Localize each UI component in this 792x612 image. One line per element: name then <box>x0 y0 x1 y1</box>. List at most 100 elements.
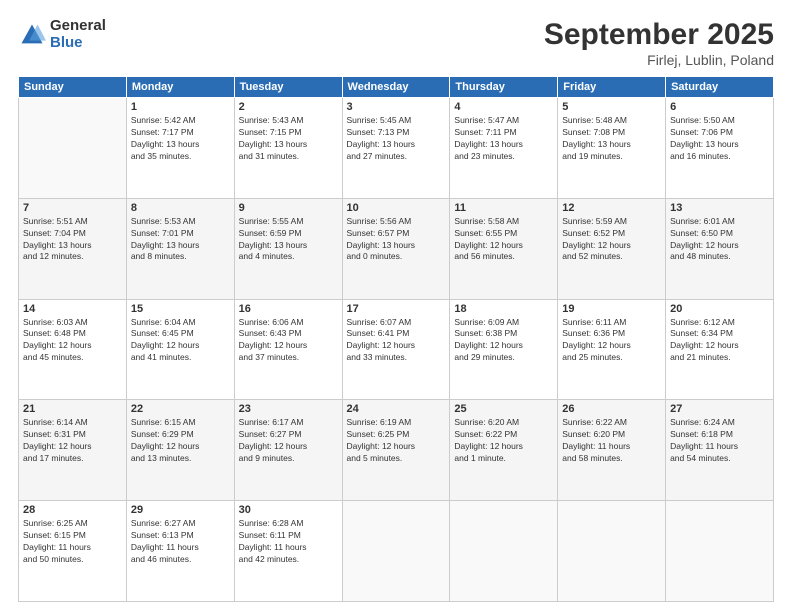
calendar-cell: 8 Sunrise: 5:53 AM Sunset: 7:01 PM Daylig… <box>126 198 234 299</box>
calendar-cell: 20 Sunrise: 6:12 AM Sunset: 6:34 PM Dayli… <box>666 299 774 400</box>
calendar-week-row: 28 Sunrise: 6:25 AM Sunset: 6:15 PM Dayli… <box>19 501 774 602</box>
day-number: 11 <box>454 202 553 214</box>
day-info: Sunrise: 6:01 AM Sunset: 6:50 PM Dayligh… <box>670 216 769 264</box>
calendar-cell: 5 Sunrise: 5:48 AM Sunset: 7:08 PM Daylig… <box>558 98 666 199</box>
calendar-cell: 24Sunrise: 6:19 AM Sunset: 6:25 PM Dayli… <box>342 400 450 501</box>
calendar-cell: 16 Sunrise: 6:06 AM Sunset: 6:43 PM Dayli… <box>234 299 342 400</box>
calendar-cell: 10Sunrise: 5:56 AM Sunset: 6:57 PM Dayli… <box>342 198 450 299</box>
day-info: Sunrise: 6:09 AM Sunset: 6:38 PM Dayligh… <box>454 317 553 365</box>
day-number: 15 <box>131 303 230 315</box>
day-number: 16 <box>239 303 338 315</box>
calendar-cell: 2 Sunrise: 5:43 AM Sunset: 7:15 PM Daylig… <box>234 98 342 199</box>
calendar-cell: 1 Sunrise: 5:42 AM Sunset: 7:17 PM Daylig… <box>126 98 234 199</box>
day-number: 29 <box>131 504 230 516</box>
day-info: Sunrise: 5:56 AM Sunset: 6:57 PM Dayligh… <box>347 216 446 264</box>
day-info: Sunrise: 5:47 AM Sunset: 7:11 PM Dayligh… <box>454 115 553 163</box>
calendar-cell: 29Sunrise: 6:27 AM Sunset: 6:13 PM Dayli… <box>126 501 234 602</box>
day-number: 13 <box>670 202 769 214</box>
calendar-table: SundayMondayTuesdayWednesdayThursdayFrid… <box>18 76 774 602</box>
calendar-cell: 12 Sunrise: 5:59 AM Sunset: 6:52 PM Dayli… <box>558 198 666 299</box>
day-info: Sunrise: 6:14 AM Sunset: 6:31 PM Dayligh… <box>23 417 122 465</box>
calendar-cell: 11 Sunrise: 5:58 AM Sunset: 6:55 PM Dayli… <box>450 198 558 299</box>
calendar-cell: 28 Sunrise: 6:25 AM Sunset: 6:15 PM Dayli… <box>19 501 127 602</box>
day-number: 26 <box>562 403 661 415</box>
calendar-cell: 27Sunrise: 6:24 AM Sunset: 6:18 PM Dayli… <box>666 400 774 501</box>
calendar-header-row: SundayMondayTuesdayWednesdayThursdayFrid… <box>19 77 774 98</box>
calendar-day-header: Thursday <box>450 77 558 98</box>
day-info: Sunrise: 6:06 AM Sunset: 6:43 PM Dayligh… <box>239 317 338 365</box>
day-number: 18 <box>454 303 553 315</box>
calendar-cell: 26 Sunrise: 6:22 AM Sunset: 6:20 PM Dayli… <box>558 400 666 501</box>
day-info: Sunrise: 6:12 AM Sunset: 6:34 PM Dayligh… <box>670 317 769 365</box>
day-number: 22 <box>131 403 230 415</box>
location: Firlej, Lublin, Poland <box>544 52 774 68</box>
month-title: September 2025 <box>544 18 774 52</box>
calendar-cell: 18 Sunrise: 6:09 AM Sunset: 6:38 PM Dayli… <box>450 299 558 400</box>
calendar-day-header: Saturday <box>666 77 774 98</box>
day-info: Sunrise: 6:07 AM Sunset: 6:41 PM Dayligh… <box>347 317 446 365</box>
calendar-cell <box>558 501 666 602</box>
day-number: 6 <box>670 101 769 113</box>
day-info: Sunrise: 5:42 AM Sunset: 7:17 PM Dayligh… <box>131 115 230 163</box>
calendar-week-row: 7 Sunrise: 5:51 AM Sunset: 7:04 PM Daylig… <box>19 198 774 299</box>
day-number: 1 <box>131 101 230 113</box>
day-info: Sunrise: 5:53 AM Sunset: 7:01 PM Dayligh… <box>131 216 230 264</box>
day-info: Sunrise: 5:59 AM Sunset: 6:52 PM Dayligh… <box>562 216 661 264</box>
day-info: Sunrise: 6:20 AM Sunset: 6:22 PM Dayligh… <box>454 417 553 465</box>
day-number: 20 <box>670 303 769 315</box>
calendar-cell: 13 Sunrise: 6:01 AM Sunset: 6:50 PM Dayli… <box>666 198 774 299</box>
calendar-cell <box>450 501 558 602</box>
day-number: 7 <box>23 202 122 214</box>
logo-blue-text: Blue <box>50 35 106 52</box>
day-info: Sunrise: 6:03 AM Sunset: 6:48 PM Dayligh… <box>23 317 122 365</box>
calendar-cell: 17 Sunrise: 6:07 AM Sunset: 6:41 PM Dayli… <box>342 299 450 400</box>
day-info: Sunrise: 5:50 AM Sunset: 7:06 PM Dayligh… <box>670 115 769 163</box>
logo: General Blue <box>18 18 106 51</box>
calendar-cell <box>666 501 774 602</box>
calendar-week-row: 21 Sunrise: 6:14 AM Sunset: 6:31 PM Dayli… <box>19 400 774 501</box>
day-info: Sunrise: 5:51 AM Sunset: 7:04 PM Dayligh… <box>23 216 122 264</box>
day-number: 23 <box>239 403 338 415</box>
logo-icon <box>18 21 46 49</box>
calendar-cell <box>342 501 450 602</box>
logo-general-text: General <box>50 18 106 35</box>
day-number: 28 <box>23 504 122 516</box>
calendar-cell: 25 Sunrise: 6:20 AM Sunset: 6:22 PM Dayli… <box>450 400 558 501</box>
title-block: September 2025 Firlej, Lublin, Poland <box>544 18 774 68</box>
day-number: 25 <box>454 403 553 415</box>
day-number: 5 <box>562 101 661 113</box>
day-info: Sunrise: 6:22 AM Sunset: 6:20 PM Dayligh… <box>562 417 661 465</box>
day-info: Sunrise: 5:45 AM Sunset: 7:13 PM Dayligh… <box>347 115 446 163</box>
logo-text: General Blue <box>50 18 106 51</box>
day-number: 2 <box>239 101 338 113</box>
day-info: Sunrise: 6:15 AM Sunset: 6:29 PM Dayligh… <box>131 417 230 465</box>
day-number: 21 <box>23 403 122 415</box>
calendar-cell: 19 Sunrise: 6:11 AM Sunset: 6:36 PM Dayli… <box>558 299 666 400</box>
calendar-cell: 14Sunrise: 6:03 AM Sunset: 6:48 PM Dayli… <box>19 299 127 400</box>
day-number: 12 <box>562 202 661 214</box>
calendar-day-header: Wednesday <box>342 77 450 98</box>
calendar-day-header: Monday <box>126 77 234 98</box>
day-number: 4 <box>454 101 553 113</box>
calendar-cell: 22 Sunrise: 6:15 AM Sunset: 6:29 PM Dayli… <box>126 400 234 501</box>
day-number: 24 <box>347 403 446 415</box>
day-number: 17 <box>347 303 446 315</box>
header: General Blue September 2025 Firlej, Lubl… <box>18 18 774 68</box>
calendar-cell: 4 Sunrise: 5:47 AM Sunset: 7:11 PM Daylig… <box>450 98 558 199</box>
calendar-cell: 21 Sunrise: 6:14 AM Sunset: 6:31 PM Dayli… <box>19 400 127 501</box>
calendar-day-header: Friday <box>558 77 666 98</box>
calendar-week-row: 1 Sunrise: 5:42 AM Sunset: 7:17 PM Daylig… <box>19 98 774 199</box>
calendar-cell: 7 Sunrise: 5:51 AM Sunset: 7:04 PM Daylig… <box>19 198 127 299</box>
day-info: Sunrise: 5:48 AM Sunset: 7:08 PM Dayligh… <box>562 115 661 163</box>
day-info: Sunrise: 6:25 AM Sunset: 6:15 PM Dayligh… <box>23 518 122 566</box>
day-info: Sunrise: 5:58 AM Sunset: 6:55 PM Dayligh… <box>454 216 553 264</box>
day-info: Sunrise: 5:55 AM Sunset: 6:59 PM Dayligh… <box>239 216 338 264</box>
day-info: Sunrise: 6:11 AM Sunset: 6:36 PM Dayligh… <box>562 317 661 365</box>
day-number: 19 <box>562 303 661 315</box>
day-number: 8 <box>131 202 230 214</box>
calendar-day-header: Tuesday <box>234 77 342 98</box>
calendar-cell: 9Sunrise: 5:55 AM Sunset: 6:59 PM Daylig… <box>234 198 342 299</box>
day-number: 27 <box>670 403 769 415</box>
day-info: Sunrise: 5:43 AM Sunset: 7:15 PM Dayligh… <box>239 115 338 163</box>
day-number: 30 <box>239 504 338 516</box>
